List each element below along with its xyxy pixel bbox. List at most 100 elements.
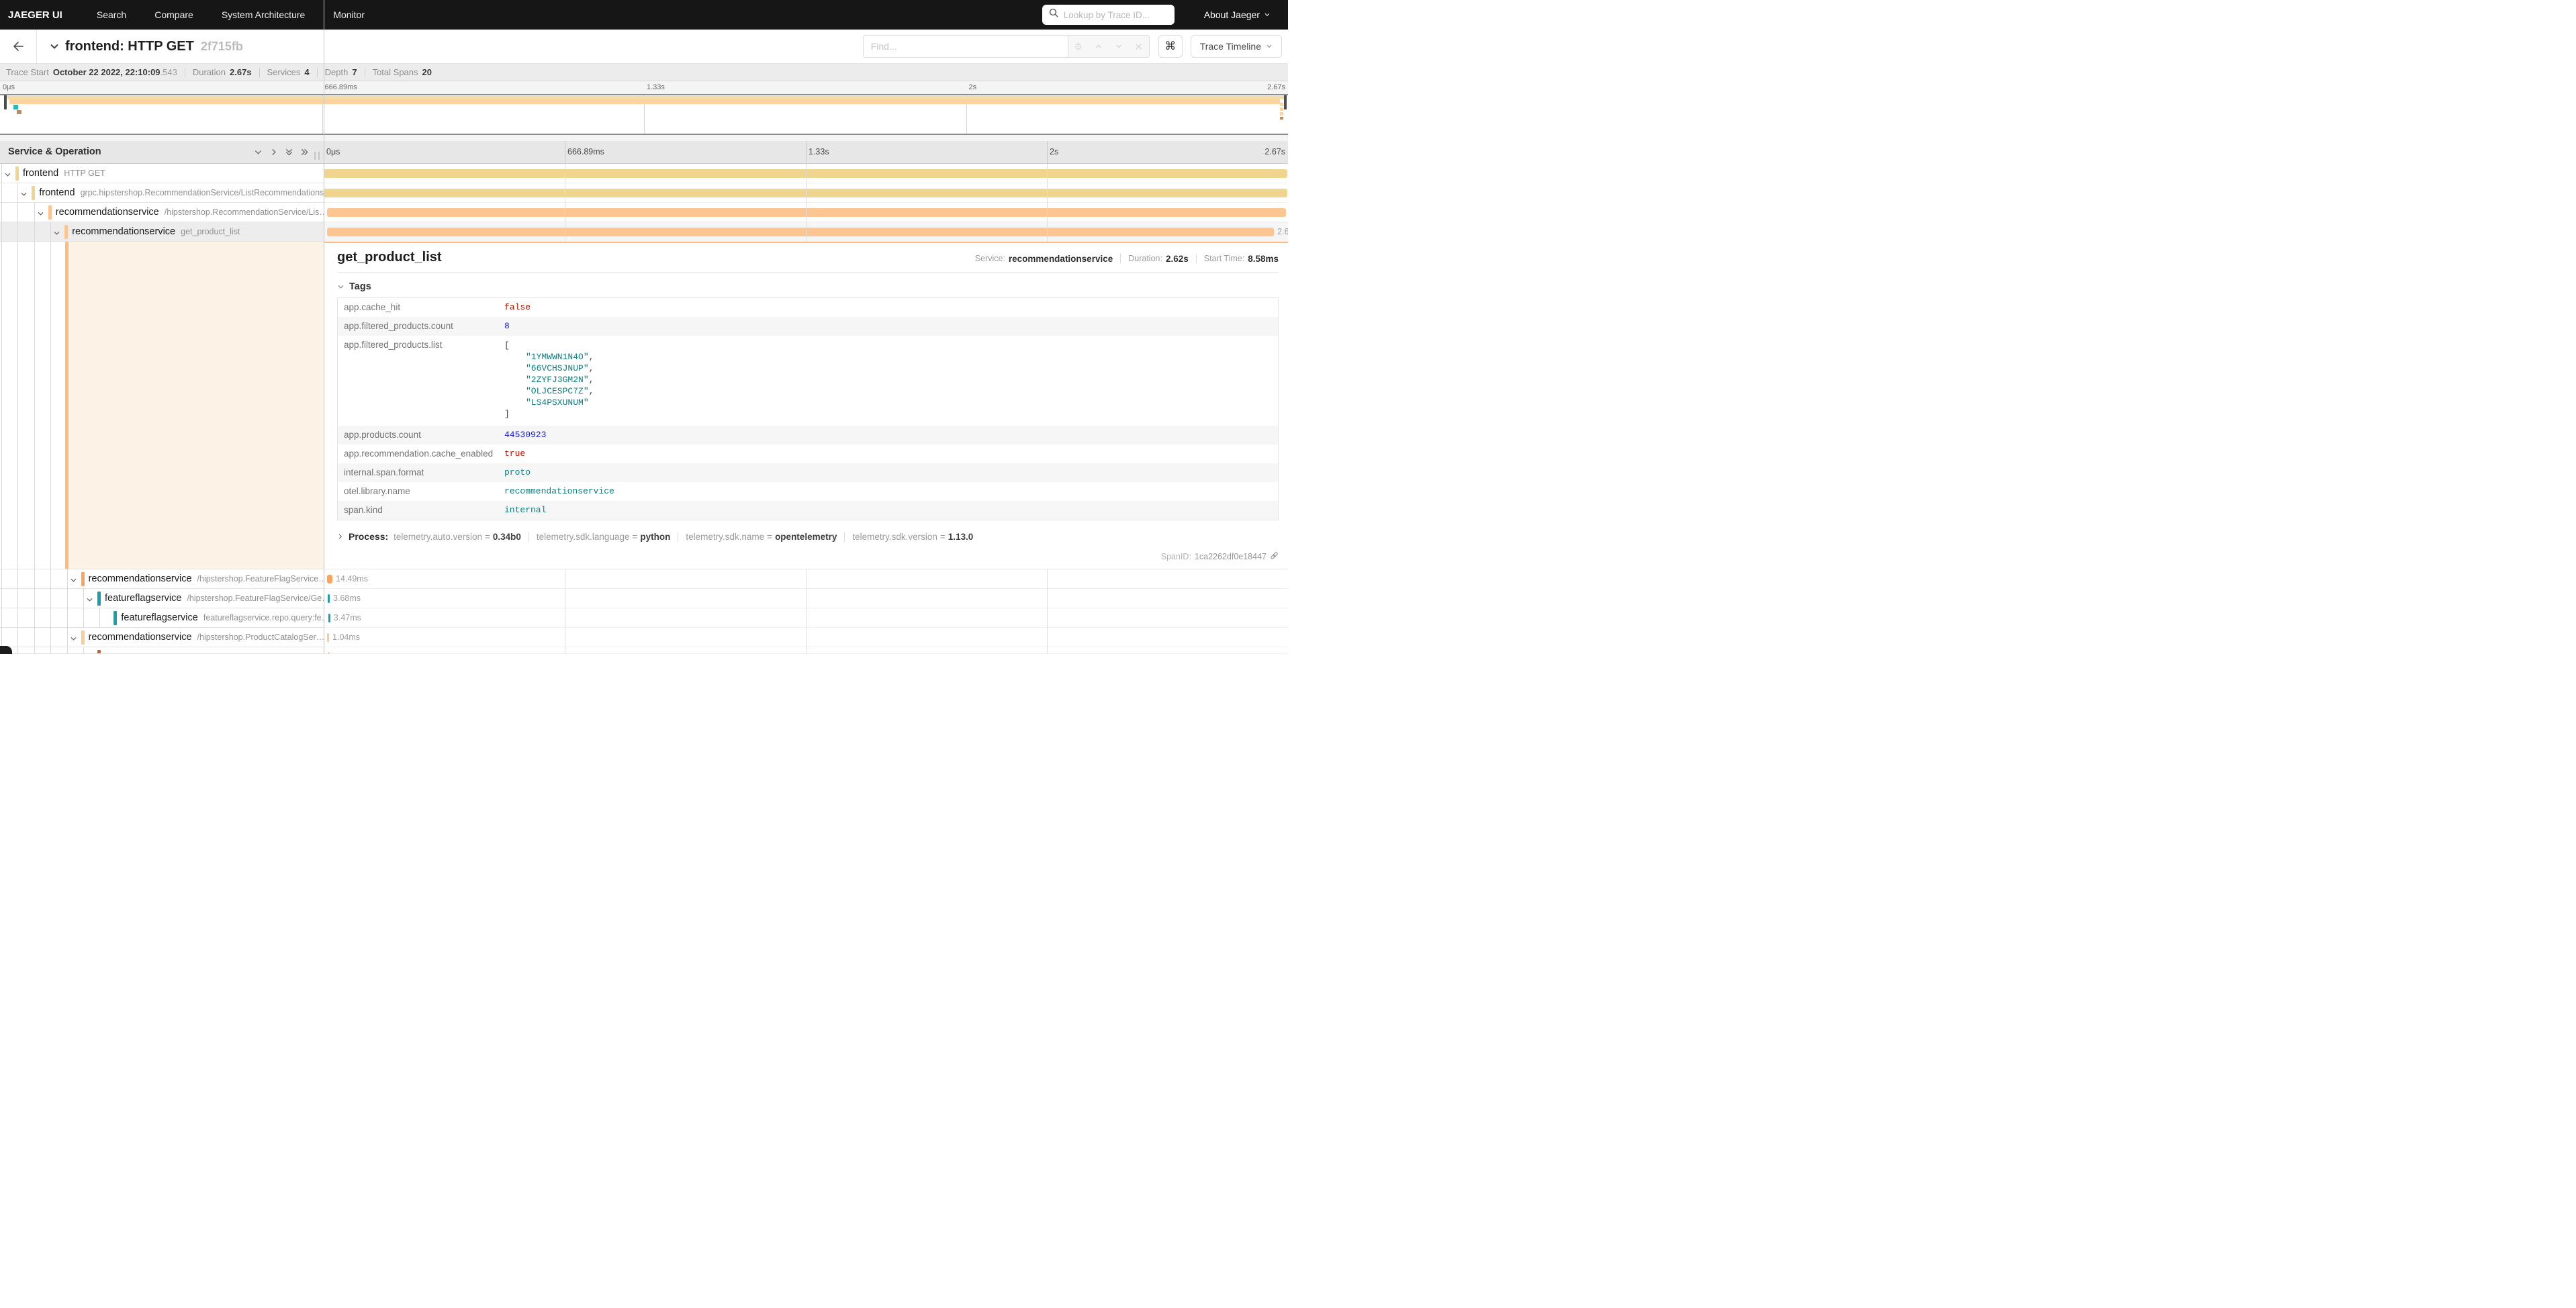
tags-section-toggle[interactable]: Tags bbox=[337, 281, 1279, 292]
span-name-cell[interactable]: recommendationservice/hipstershop.Produc… bbox=[0, 628, 324, 647]
nav-item-monitor[interactable]: Monitor bbox=[319, 9, 379, 20]
focus-match-button[interactable] bbox=[1068, 36, 1089, 57]
span-duration-bar[interactable] bbox=[328, 594, 330, 603]
double-chevron-right-icon bbox=[300, 148, 309, 156]
trace-id-search[interactable] bbox=[1042, 5, 1175, 25]
span-duration-bar[interactable] bbox=[327, 575, 332, 583]
next-match-button[interactable] bbox=[1109, 36, 1129, 57]
span-expand-toggle[interactable] bbox=[20, 189, 28, 201]
minimap-span-bar bbox=[1280, 112, 1283, 115]
span-service-name: featureflagservice bbox=[105, 593, 181, 604]
minimap-left-scrubber[interactable] bbox=[4, 95, 7, 109]
span-name-cell[interactable]: frontendHTTP GET bbox=[0, 164, 324, 183]
expand-one-button[interactable] bbox=[269, 148, 278, 160]
span-expand-toggle[interactable] bbox=[37, 209, 44, 221]
process-row-toggle[interactable]: Process:telemetry.auto.version=0.34b0tel… bbox=[337, 531, 1279, 542]
detail-indent-strip bbox=[0, 242, 324, 569]
collapse-all-button[interactable] bbox=[285, 148, 293, 160]
trace-header: frontend: HTTP GET 2f715fb ⌘ Trac bbox=[0, 30, 1288, 64]
span-operation-name: HTTP GET bbox=[64, 169, 105, 178]
indent-guide bbox=[67, 589, 68, 608]
expand-all-button[interactable] bbox=[300, 148, 309, 160]
scroll-to-top-button[interactable] bbox=[0, 646, 12, 654]
tag-list-item: "LS4PSXUNUM" bbox=[504, 397, 594, 408]
span-name-cell[interactable]: featureflagservice/hipstershop.FeatureFl… bbox=[0, 589, 324, 608]
nav-item-compare[interactable]: Compare bbox=[140, 9, 208, 20]
span-name-cell[interactable]: frontendgrpc.hipstershop.RecommendationS… bbox=[0, 183, 324, 203]
back-button[interactable] bbox=[0, 30, 37, 63]
indent-guide bbox=[83, 589, 84, 608]
span-duration-bar[interactable] bbox=[327, 208, 1286, 217]
span-id-value: 1ca2262df0e18447 bbox=[1195, 552, 1267, 561]
minimap-canvas[interactable] bbox=[0, 94, 1288, 135]
tag-list-bracket: ] bbox=[504, 408, 594, 420]
tag-key: internal.span.format bbox=[338, 463, 504, 482]
timeline-gridline bbox=[1047, 141, 1048, 163]
prev-match-button[interactable] bbox=[1089, 36, 1109, 57]
tag-row: app.cache_hitfalse bbox=[338, 298, 1278, 317]
trace-view-select[interactable]: Trace Timeline bbox=[1191, 35, 1282, 58]
span-color-bar bbox=[97, 592, 101, 606]
tag-value: false bbox=[504, 298, 531, 317]
tag-list-string: "2ZYFJ3GM2N" bbox=[526, 375, 589, 385]
span-duration-label: 1.04ms bbox=[332, 633, 360, 642]
span-name-cell[interactable]: recommendationservice/hipstershop.Recomm… bbox=[0, 203, 324, 222]
span-duration-label: 2.62s bbox=[1277, 227, 1288, 236]
span-duration-bar[interactable] bbox=[328, 653, 330, 654]
span-duration-bar[interactable] bbox=[327, 228, 1274, 236]
span-row: recommendationservice/hipstershop.Produc… bbox=[0, 628, 1288, 647]
detail-title-row[interactable]: get_product_listService:recommendationse… bbox=[337, 250, 1279, 265]
span-name-cell[interactable]: recommendationservice/hipstershop.Featur… bbox=[0, 569, 324, 589]
top-nav: JAEGER UI SearchCompareSystem Architectu… bbox=[0, 0, 1288, 30]
nav-item-search[interactable]: Search bbox=[83, 9, 140, 20]
chevron-down-icon bbox=[70, 635, 77, 643]
trace-id-search-input[interactable] bbox=[1064, 10, 1168, 20]
minimap-span-bar bbox=[17, 110, 21, 114]
app-brand[interactable]: JAEGER UI bbox=[8, 9, 62, 21]
clear-find-button[interactable] bbox=[1129, 36, 1149, 57]
detail-meta-separator bbox=[1120, 254, 1121, 264]
keyboard-shortcuts-button[interactable]: ⌘ bbox=[1158, 35, 1183, 58]
span-operation-name: get_product_list bbox=[181, 227, 240, 236]
span-row: featureflagservicefeatureflagservice.rep… bbox=[0, 608, 1288, 628]
minimap-tick-label: 0μs bbox=[3, 83, 15, 91]
nav-item-system-architecture[interactable]: System Architecture bbox=[208, 9, 320, 20]
span-name-cell[interactable]: recommendationserviceget_product_list bbox=[0, 222, 324, 242]
span-expand-toggle[interactable] bbox=[53, 228, 60, 240]
span-name-cell[interactable]: featureflagservicefeatureflagservice.rep… bbox=[0, 608, 324, 628]
copy-link-icon[interactable] bbox=[1270, 551, 1279, 562]
column-resize-handle[interactable] bbox=[314, 152, 320, 160]
detail-divider bbox=[337, 272, 1279, 273]
span-color-bar bbox=[113, 611, 117, 625]
collapse-one-button[interactable] bbox=[254, 148, 263, 160]
span-expand-toggle[interactable] bbox=[4, 170, 11, 182]
span-duration-bar[interactable] bbox=[328, 614, 330, 622]
minimap-right-scrubber[interactable] bbox=[1284, 95, 1287, 109]
minimap-tick-label: 2.67s bbox=[1267, 83, 1285, 91]
indent-guide bbox=[34, 628, 35, 647]
meta-separator bbox=[259, 68, 260, 77]
span-duration-bar[interactable] bbox=[327, 633, 329, 642]
tag-row: app.filtered_products.count8 bbox=[338, 317, 1278, 336]
collapse-trace-header-button[interactable] bbox=[49, 41, 60, 52]
tag-key: app.recommendation.cache_enabled bbox=[338, 445, 504, 463]
service-operation-header: Service & Operation bbox=[8, 146, 101, 157]
minimap-tick-label: 1.33s bbox=[647, 83, 665, 91]
span-duration-label: 3.68ms bbox=[333, 594, 361, 603]
span-expand-toggle[interactable] bbox=[70, 634, 77, 646]
indent-guide bbox=[34, 222, 35, 241]
find-input[interactable] bbox=[863, 35, 1068, 58]
tag-row: internal.span.formatproto bbox=[338, 463, 1278, 482]
span-expand-toggle[interactable] bbox=[70, 575, 77, 588]
span-expand-toggle[interactable] bbox=[86, 595, 93, 607]
span-name-cell[interactable] bbox=[0, 647, 324, 654]
process-tag-key: telemetry.sdk.version bbox=[852, 532, 937, 542]
detail-span-tint bbox=[65, 242, 324, 569]
process-tag-key: telemetry.sdk.language bbox=[537, 532, 630, 542]
tag-key: app.filtered_products.count bbox=[338, 317, 504, 336]
tag-row: otel.library.namerecommendationservice bbox=[338, 482, 1278, 501]
span-rows: frontendHTTP GETfrontendgrpc.hipstershop… bbox=[0, 164, 1288, 654]
span-color-bar bbox=[81, 630, 85, 645]
about-jaeger-menu[interactable]: About Jaeger bbox=[1204, 9, 1271, 20]
indent-guide bbox=[67, 608, 68, 627]
